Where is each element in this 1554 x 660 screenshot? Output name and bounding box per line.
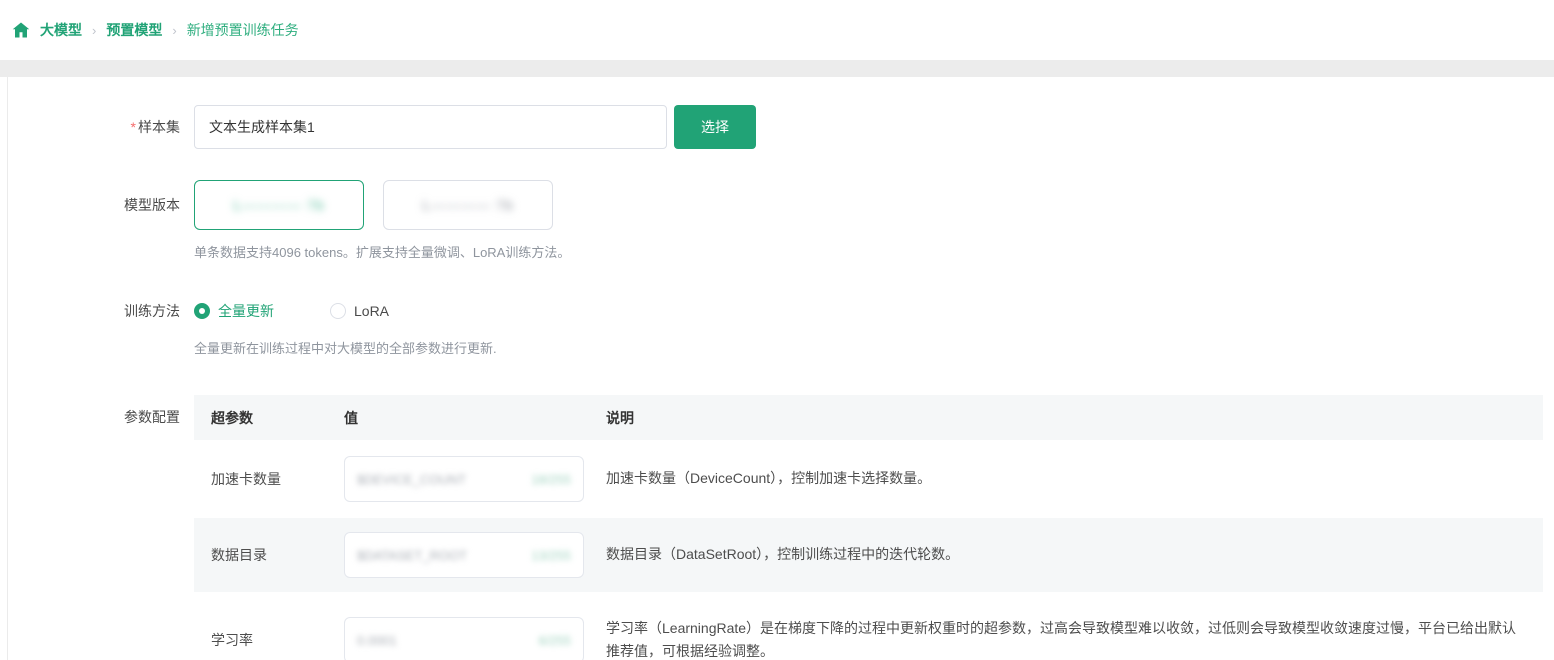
radio-lora[interactable] xyxy=(330,303,346,319)
model-version-helper: 单条数据支持4096 tokens。扩展支持全量微调、LoRA训练方法。 xyxy=(194,242,572,261)
radio-full-update[interactable] xyxy=(194,303,210,319)
param-config-row: 参数配置 超参数 值 说明 加速卡数量 $DEVICE_COUNT 18/255… xyxy=(8,395,1554,660)
hyperparam-desc: 学习率（LearningRate）是在梯度下降的过程中更新权重时的超参数，过高会… xyxy=(606,617,1543,660)
hyperparam-table: 超参数 值 说明 加速卡数量 $DEVICE_COUNT 18/255 加速卡数… xyxy=(194,395,1543,660)
hyperparam-name: 数据目录 xyxy=(194,545,344,565)
col-header-hyperparam: 超参数 xyxy=(194,408,344,428)
table-row: 加速卡数量 $DEVICE_COUNT 18/255 加速卡数量（DeviceC… xyxy=(194,440,1543,518)
param-config-label: 参数配置 xyxy=(8,395,194,660)
breadcrumb-item-large-model[interactable]: 大模型 xyxy=(40,20,82,40)
learning-rate-input[interactable]: 0.0001 6/255 xyxy=(344,617,584,660)
col-header-value: 值 xyxy=(344,408,606,428)
breadcrumb: 大模型 › 预置模型 › 新增预置训练任务 xyxy=(0,0,1554,60)
breadcrumb-item-preset-model[interactable]: 预置模型 xyxy=(106,20,162,40)
col-header-desc: 说明 xyxy=(606,408,1543,428)
model-version-label: 模型版本 xyxy=(8,180,194,261)
radio-full-update-label[interactable]: 全量更新 xyxy=(218,301,274,321)
hyperparam-desc: 加速卡数量（DeviceCount），控制加速卡选择数量。 xyxy=(606,467,1543,490)
model-version-option-1[interactable]: L———— 7b xyxy=(194,180,364,230)
char-counter: 13/255 xyxy=(531,548,571,563)
table-row: 数据目录 $DATASET_ROOT 13/255 数据目录（DataSetRo… xyxy=(194,518,1543,592)
home-icon[interactable] xyxy=(12,21,30,39)
radio-lora-label[interactable]: LoRA xyxy=(354,303,389,319)
chevron-right-icon: › xyxy=(172,23,176,38)
form-panel: *样本集 选择 模型版本 L———— 7b L———— 7b 单条数据支持409… xyxy=(7,77,1554,660)
table-header: 超参数 值 说明 xyxy=(194,395,1543,440)
required-asterisk: * xyxy=(131,119,136,135)
breadcrumb-item-current: 新增预置训练任务 xyxy=(187,20,299,40)
char-counter: 18/255 xyxy=(531,472,571,487)
sample-set-row: *样本集 选择 xyxy=(8,77,1554,149)
training-method-label: 训练方法 xyxy=(8,301,194,357)
training-method-row: 训练方法 全量更新 LoRA 全量更新在训练过程中对大模型的全部参数进行更新. xyxy=(8,301,1554,357)
model-version-option-2[interactable]: L———— 7b xyxy=(383,180,553,230)
dataset-root-input[interactable]: $DATASET_ROOT 13/255 xyxy=(344,532,584,578)
hyperparam-desc: 数据目录（DataSetRoot），控制训练过程中的迭代轮数。 xyxy=(606,543,1543,566)
char-counter: 6/255 xyxy=(538,633,571,648)
hyperparam-name: 学习率 xyxy=(194,630,344,650)
divider-band xyxy=(0,60,1554,77)
hyperparam-name: 加速卡数量 xyxy=(194,469,344,489)
model-version-row: 模型版本 L———— 7b L———— 7b 单条数据支持4096 tokens… xyxy=(8,180,1554,261)
training-method-helper: 全量更新在训练过程中对大模型的全部参数进行更新. xyxy=(194,338,497,357)
table-row: 学习率 0.0001 6/255 学习率（LearningRate）是在梯度下降… xyxy=(194,592,1543,660)
sample-set-label: *样本集 xyxy=(8,105,194,149)
chevron-right-icon: › xyxy=(92,23,96,38)
select-sample-button[interactable]: 选择 xyxy=(674,105,756,149)
device-count-input[interactable]: $DEVICE_COUNT 18/255 xyxy=(344,456,584,502)
sample-set-input[interactable] xyxy=(194,105,667,149)
